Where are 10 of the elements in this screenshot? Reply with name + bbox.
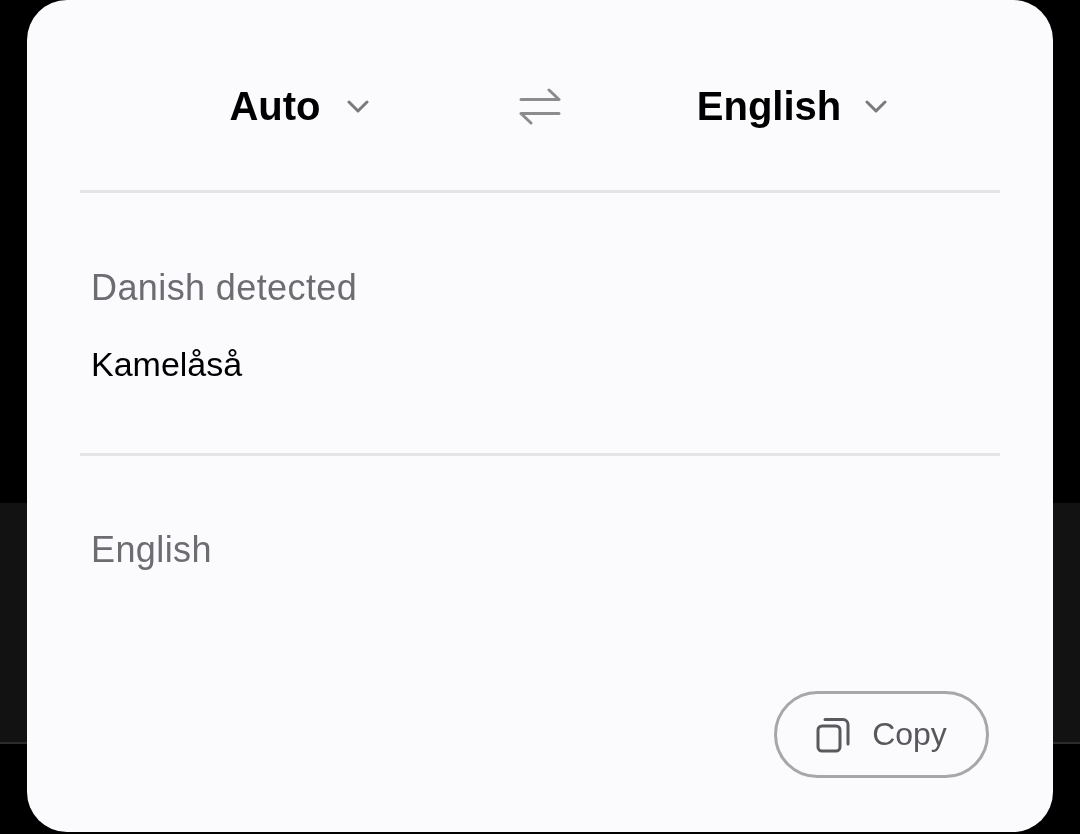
detected-language-label: Danish detected bbox=[91, 266, 358, 310]
swap-arrows-icon[interactable] bbox=[518, 87, 562, 125]
chevron-down-icon bbox=[865, 99, 888, 113]
copy-button[interactable]: Copy bbox=[774, 691, 989, 778]
source-language-dropdown[interactable]: Auto bbox=[229, 83, 369, 129]
target-language-label: English bbox=[91, 528, 212, 572]
chevron-down-icon bbox=[346, 99, 369, 113]
source-text-input[interactable]: Kamelåså bbox=[91, 344, 243, 385]
copy-icon bbox=[816, 716, 851, 753]
target-language-dropdown[interactable]: English bbox=[696, 83, 888, 129]
